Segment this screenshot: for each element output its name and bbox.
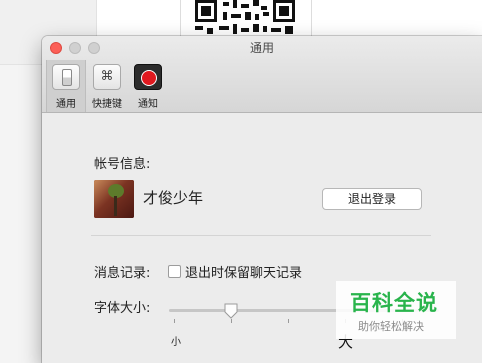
keep-chat-history-checkbox[interactable] <box>168 265 181 278</box>
username: 才俊少年 <box>143 189 204 207</box>
keep-chat-history-label[interactable]: 退出时保留聊天记录 <box>185 262 302 281</box>
tab-shortcuts-label: 快捷键 <box>92 99 122 110</box>
font-size-label: 字体大小: <box>94 301 151 316</box>
font-size-min-label: 小 <box>171 337 181 348</box>
tab-notifications[interactable]: 通知 <box>130 60 166 112</box>
message-history-label: 消息记录: <box>94 266 151 281</box>
slider-tick <box>174 319 175 323</box>
slider-tick <box>288 319 289 323</box>
font-size-slider-thumb[interactable] <box>223 303 239 319</box>
logout-button[interactable]: 退出登录 <box>322 188 422 210</box>
watermark-subtitle: 助你轻松解决 <box>358 320 424 333</box>
slider-tick <box>231 319 232 323</box>
tab-notifications-label: 通知 <box>138 99 158 110</box>
avatar <box>94 180 134 218</box>
window-title: 通用 <box>249 41 274 55</box>
command-key-icon: ⌘ <box>93 64 121 90</box>
tab-shortcuts[interactable]: ⌘ 快捷键 <box>87 60 127 112</box>
watermark: 百科全说 助你轻松解决 <box>336 281 456 339</box>
tab-general-label: 通用 <box>56 99 76 110</box>
divider <box>91 235 431 236</box>
window-titlebar: 通用 通用 ⌘ 快捷键 通知 <box>42 36 482 113</box>
account-info-label: 帐号信息: <box>94 157 151 172</box>
qr-code-icon <box>193 0 297 36</box>
tab-general[interactable]: 通用 <box>46 60 86 112</box>
switch-icon <box>52 64 80 90</box>
watermark-title: 百科全说 <box>350 291 438 315</box>
record-notification-icon <box>134 64 162 90</box>
background-qr-panel <box>180 0 312 40</box>
